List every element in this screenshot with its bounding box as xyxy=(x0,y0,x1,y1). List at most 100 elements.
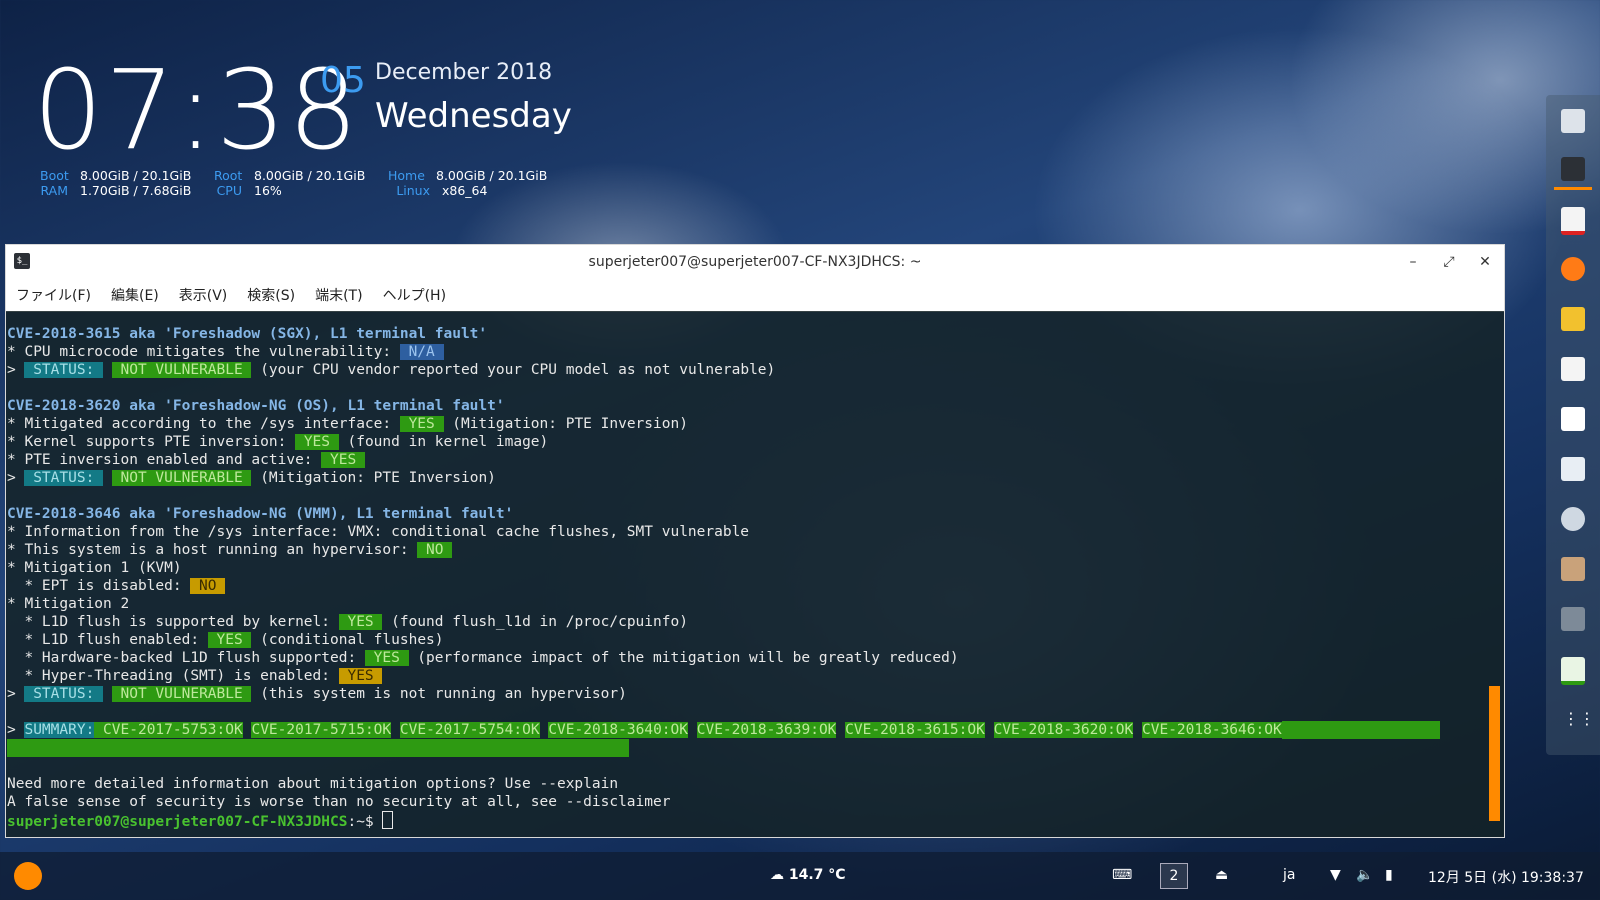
terminal-line: * L1D flush is supported by kernel: YES … xyxy=(7,614,688,630)
na-badge: N/A xyxy=(399,344,444,360)
status-line: > STATUS: NOT VULNERABLE (this system is… xyxy=(7,686,627,702)
active-indicator xyxy=(1554,187,1592,190)
workspace-switcher[interactable]: 2 xyxy=(1160,863,1188,889)
clock-time: 07:38 xyxy=(33,46,361,174)
keyboard-icon[interactable]: ⌨ xyxy=(1112,867,1132,883)
summary-item: CVE-2017-5753:OK xyxy=(103,722,243,738)
terminal-line: * Mitigation 1 (KVM) xyxy=(7,560,182,576)
right-dock: ⋮⋮⋮ xyxy=(1546,95,1600,755)
folder-icon[interactable] xyxy=(1561,557,1585,581)
stat-value: 1.70GiB / 7.68GiB xyxy=(80,183,192,198)
summary-item: CVE-2018-3620:OK xyxy=(993,722,1134,738)
terminal-scrollbar[interactable] xyxy=(1489,686,1500,821)
summary-item: CVE-2018-3615:OK xyxy=(845,722,985,738)
yes-badge: YES xyxy=(399,416,444,432)
stats-column-2: Root 8.00GiB / 20.1GiB CPU 16% xyxy=(214,168,365,198)
status-label: STATUS: xyxy=(24,686,104,702)
menu-view[interactable]: 表示(V) xyxy=(179,285,228,305)
taskbar: ☁ 14.7 °C ⌨ 2 ⏏ ja ▼ 🔈 ▮ 12月 5日 (水) 19:3… xyxy=(0,852,1600,900)
terminal-app-icon: $_ xyxy=(14,253,30,269)
yes-badge: YES xyxy=(364,650,409,666)
summary-line: > SUMMARY: CVE-2017-5753:OK CVE-2017-571… xyxy=(6,721,1504,739)
calendar-icon[interactable] xyxy=(1561,357,1585,381)
terminal-icon[interactable] xyxy=(1561,157,1585,181)
text-cursor xyxy=(382,811,394,829)
menu-terminal[interactable]: 端末(T) xyxy=(315,285,362,305)
menu-edit[interactable]: 編集(E) xyxy=(111,285,159,305)
menu-bar: ファイル(F) 編集(E) 表示(V) 検索(S) 端末(T) ヘルプ(H) xyxy=(6,279,1504,312)
yes-badge: YES xyxy=(207,632,252,648)
app-grid-icon[interactable]: ⋮⋮⋮ xyxy=(1563,709,1600,729)
stat-value: 8.00GiB / 20.1GiB xyxy=(254,168,366,183)
summary-overflow-bar xyxy=(6,739,1504,757)
stat-value: 8.00GiB / 20.1GiB xyxy=(80,168,192,183)
terminal-line: * PTE inversion enabled and active: YES xyxy=(7,452,365,468)
stat-value: 16% xyxy=(254,183,282,198)
yes-badge-warning: YES xyxy=(338,668,383,684)
settings-icon[interactable] xyxy=(1561,507,1585,531)
maximize-button[interactable]: ⤢ xyxy=(1438,251,1460,273)
mail-icon[interactable] xyxy=(1561,307,1585,331)
weather-widget[interactable]: ☁ 14.7 °C xyxy=(770,867,846,883)
pdf-viewer-icon[interactable] xyxy=(1561,207,1585,235)
system-monitor-icon[interactable] xyxy=(1561,457,1585,481)
terminal-line: * CPU microcode mitigates the vulnerabil… xyxy=(7,344,444,360)
summary-item: CVE-2017-5754:OK xyxy=(399,722,540,738)
not-vulnerable-badge: NOT VULNERABLE xyxy=(111,470,252,486)
menu-search[interactable]: 検索(S) xyxy=(247,285,295,305)
clock-weekday: Wednesday xyxy=(375,96,572,136)
eject-icon[interactable]: ⏏ xyxy=(1215,867,1228,883)
stat-label: CPU xyxy=(216,183,242,198)
close-button[interactable]: ✕ xyxy=(1474,251,1496,273)
input-method-indicator[interactable]: ja xyxy=(1283,867,1295,883)
cve-header: CVE-2018-3646 aka 'Foreshadow-NG (VMM), … xyxy=(7,506,514,522)
summary-item: CVE-2018-3646:OK xyxy=(1142,722,1282,738)
clock-month-year: December 2018 xyxy=(375,60,553,85)
not-vulnerable-badge: NOT VULNERABLE xyxy=(111,686,252,702)
cve-header: CVE-2018-3615 aka 'Foreshadow (SGX), L1 … xyxy=(7,326,488,342)
document-icon[interactable] xyxy=(1561,407,1585,431)
window-titlebar[interactable]: $_ superjeter007@superjeter007-CF-NX3JDH… xyxy=(6,245,1504,279)
stats-column-1: Boot 8.00GiB / 20.1GiB RAM 1.70GiB / 7.68G… xyxy=(40,168,191,198)
stat-label: Home xyxy=(388,168,425,183)
spreadsheet-icon[interactable] xyxy=(1561,657,1585,685)
terminal-output[interactable]: CVE-2018-3615 aka 'Foreshadow (SGX), L1 … xyxy=(6,311,1504,837)
firefox-icon[interactable] xyxy=(1561,257,1585,281)
terminal-line: * Mitigated according to the /sys interf… xyxy=(7,416,688,432)
weather-temp: 14.7 °C xyxy=(788,867,846,883)
cve-header: CVE-2018-3620 aka 'Foreshadow-NG (OS), L… xyxy=(7,398,505,414)
prompt-user-host: superjeter007@superjeter007-CF-NX3JDHCS xyxy=(7,814,348,830)
taskbar-clock[interactable]: 12月 5日 (水) 19:38:37 xyxy=(1428,867,1584,887)
summary-item: CVE-2018-3639:OK xyxy=(696,722,837,738)
footer-line: A false sense of security is worse than … xyxy=(7,794,671,810)
menu-help[interactable]: ヘルプ(H) xyxy=(383,285,446,305)
terminal-line: * L1D flush enabled: YES (conditional fl… xyxy=(7,632,444,648)
not-vulnerable-badge: NOT VULNERABLE xyxy=(111,362,252,378)
footer-line: Need more detailed information about mit… xyxy=(7,776,619,792)
zorin-menu-icon[interactable] xyxy=(14,862,42,890)
minimize-button[interactable]: – xyxy=(1402,251,1424,273)
yes-badge: YES xyxy=(295,434,339,450)
clock-day: 05 xyxy=(320,60,366,101)
stat-value: 8.00GiB / 20.1GiB xyxy=(436,168,548,183)
yes-badge: YES xyxy=(338,614,383,630)
battery-icon[interactable]: ▮ xyxy=(1385,867,1393,883)
files-icon[interactable] xyxy=(1561,109,1585,133)
terminal-line: * Kernel supports PTE inversion: YES (fo… xyxy=(7,434,549,450)
summary-item: CVE-2018-3640:OK xyxy=(548,722,688,738)
status-label: STATUS: xyxy=(24,470,104,486)
status-label: STATUS: xyxy=(24,362,104,378)
menu-file[interactable]: ファイル(F) xyxy=(16,285,91,305)
terminal-line: * Hardware-backed L1D flush supported: Y… xyxy=(7,650,959,666)
terminal-window[interactable]: $_ superjeter007@superjeter007-CF-NX3JDH… xyxy=(5,244,1505,838)
stat-label: Linux xyxy=(396,183,430,198)
weather-icon: ☁ xyxy=(770,867,789,883)
status-line: > STATUS: NOT VULNERABLE (Mitigation: PT… xyxy=(7,470,496,486)
stats-column-3: Home 8.00GiB / 20.1GiB Linux x86_64 xyxy=(388,168,547,198)
yes-badge: YES xyxy=(321,452,365,468)
volume-icon[interactable]: 🔈 xyxy=(1356,867,1373,883)
status-line: > STATUS: NOT VULNERABLE (your CPU vendo… xyxy=(7,362,776,378)
prompt-line[interactable]: superjeter007@superjeter007-CF-NX3JDHCS:… xyxy=(6,811,1504,830)
wifi-icon[interactable]: ▼ xyxy=(1330,867,1341,883)
drive-icon[interactable] xyxy=(1561,607,1585,631)
